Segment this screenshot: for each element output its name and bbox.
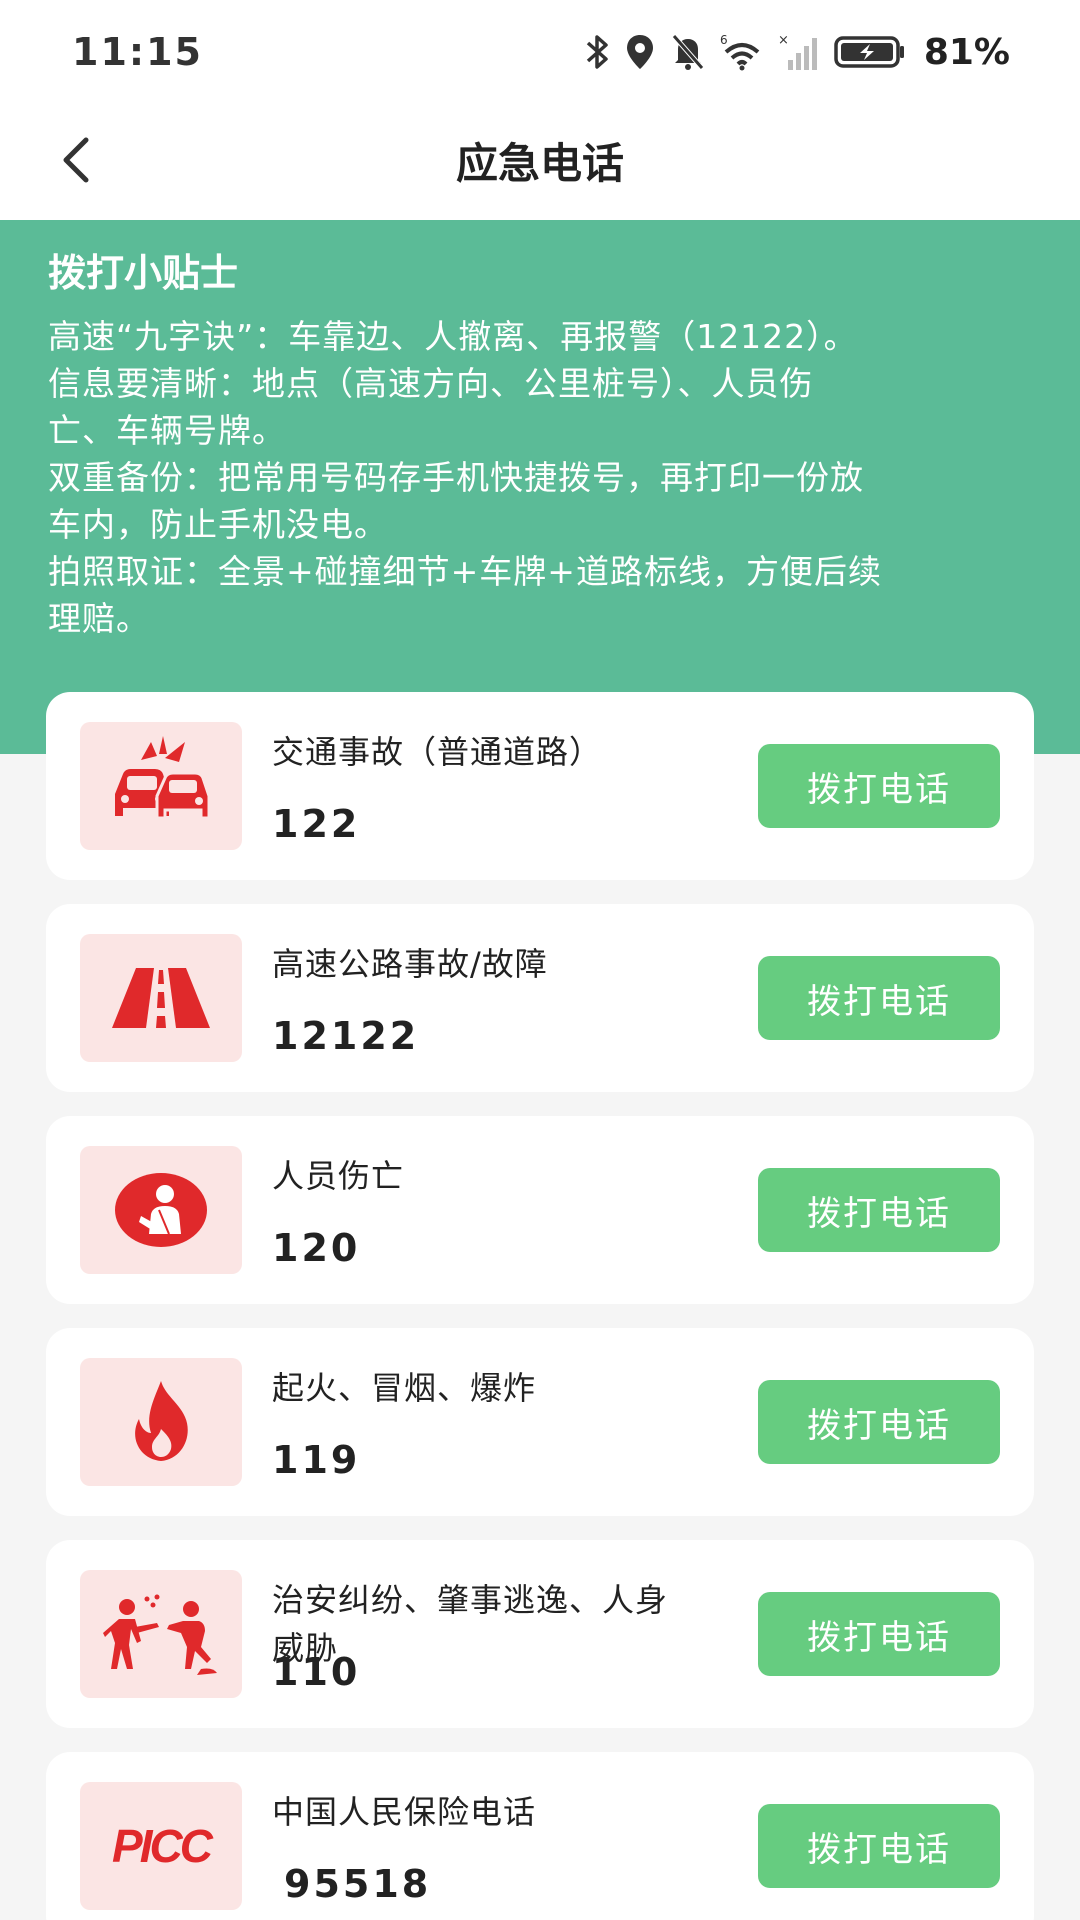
tip-line: 理赔。 <box>48 599 150 638</box>
tip-line: 拍照取证：全景+碰撞细节+车牌+道路标线，方便后续 <box>48 552 882 591</box>
tip-line: 车内，防止手机没电。 <box>48 505 388 544</box>
tip-line: 高速“九字诀”：车靠边、人撤离、再报警（12122）。 <box>48 317 858 356</box>
tips-heading: 拨打小贴士 <box>48 251 239 295</box>
contact-number: 120 <box>272 1226 361 1270</box>
picc-logo-text: PICC <box>112 1820 213 1872</box>
contact-number: 119 <box>272 1438 361 1482</box>
page-title: 应急电话 <box>455 139 624 188</box>
call-button[interactable]: 拨打电话 <box>758 744 1000 828</box>
tips-panel: 拨打小贴士 高速“九字诀”：车靠边、人撤离、再报警（12122）。 信息要清晰：… <box>0 220 1080 754</box>
call-button[interactable]: 拨打电话 <box>758 956 1000 1040</box>
contact-number: 122 <box>272 802 361 846</box>
contact-title: 高速公路事故/故障 <box>272 945 548 983</box>
contact-card-police: 治安纠纷、肇事逃逸、人身威胁 110 拨打电话 <box>46 1540 1034 1728</box>
fight-icon <box>80 1570 242 1698</box>
mute-bell-icon <box>670 32 706 72</box>
contact-title: 人员伤亡 <box>272 1157 405 1195</box>
tip-line: 信息要清晰：地点（高速方向、公里桩号）、人员伤 <box>48 364 814 403</box>
call-button[interactable]: 拨打电话 <box>758 1592 1000 1676</box>
picc-logo: PICC <box>80 1782 242 1910</box>
bluetooth-icon <box>584 32 610 72</box>
highway-icon <box>80 934 242 1062</box>
call-button[interactable]: 拨打电话 <box>758 1804 1000 1888</box>
injured-person-icon <box>80 1146 242 1274</box>
contact-number: 110 <box>272 1650 361 1694</box>
svg-text:6: 6 <box>720 33 728 47</box>
location-icon <box>624 32 656 72</box>
battery-charging-icon <box>834 32 906 72</box>
contact-number: 95518 <box>284 1862 432 1906</box>
wifi-icon: 6 <box>720 32 764 72</box>
contact-title: 中国人民保险电话 <box>272 1793 537 1831</box>
signal-icon: × <box>778 32 820 72</box>
contact-number: 12122 <box>272 1014 420 1058</box>
fire-icon <box>80 1358 242 1486</box>
contact-card-highway: 高速公路事故/故障 12122 拨打电话 <box>46 904 1034 1092</box>
contact-card-picc: PICC 中国人民保险电话 95518 拨打电话 <box>46 1752 1034 1920</box>
status-icons: 6 × 81% <box>584 28 1010 76</box>
contact-card-fire: 起火、冒烟、爆炸 119 拨打电话 <box>46 1328 1034 1516</box>
contact-title: 交通事故（普通道路） <box>272 733 603 771</box>
battery-percent: 81% <box>923 31 1010 73</box>
status-bar: 11:15 6 × 81% <box>0 0 1080 104</box>
svg-text:×: × <box>778 33 789 48</box>
contact-card-injury: 人员伤亡 120 拨打电话 <box>46 1116 1034 1304</box>
call-button[interactable]: 拨打电话 <box>758 1168 1000 1252</box>
call-button[interactable]: 拨打电话 <box>758 1380 1000 1464</box>
status-time: 11:15 <box>72 30 203 74</box>
car-crash-icon <box>80 722 242 850</box>
contact-card-traffic: 交通事故（普通道路） 122 拨打电话 <box>46 692 1034 880</box>
tip-line: 亡、车辆号牌。 <box>48 411 286 450</box>
contact-title: 起火、冒烟、爆炸 <box>272 1369 537 1407</box>
tip-line: 双重备份：把常用号码存手机快捷拨号，再打印一份放 <box>48 458 864 497</box>
nav-bar: 应急电话 <box>0 104 1080 220</box>
